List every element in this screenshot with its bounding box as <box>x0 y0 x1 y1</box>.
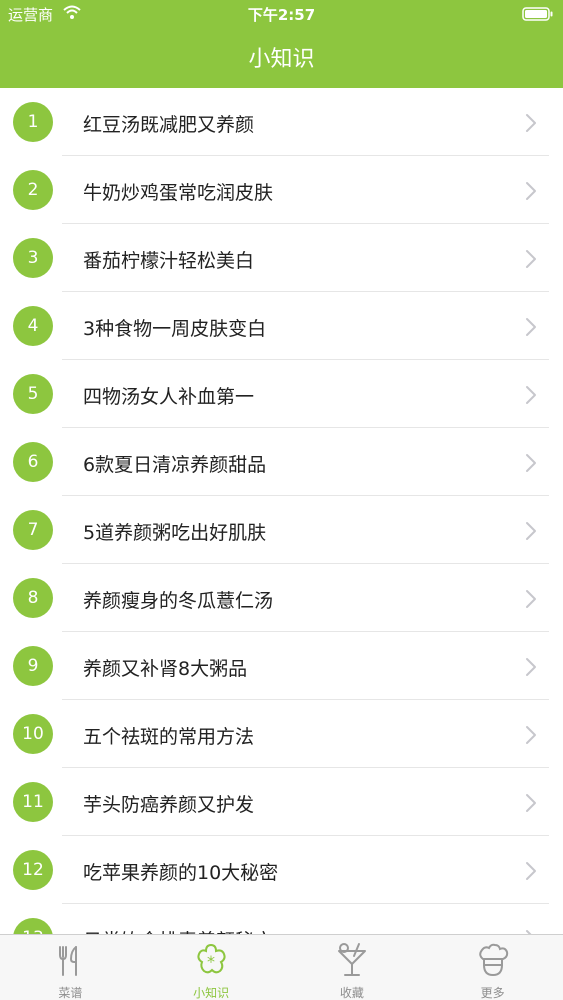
item-title: 五个祛斑的常用方法 <box>83 726 255 748</box>
item-title: 3种食物一周皮肤变白 <box>83 318 267 340</box>
chevron-right-icon <box>525 249 537 273</box>
list-item[interactable]: 8 养颜瘦身的冬瓜薏仁汤 <box>0 564 563 632</box>
list-item[interactable]: 2 牛奶炒鸡蛋常吃润皮肤 <box>0 156 563 224</box>
chevron-right-icon <box>525 181 537 205</box>
chevron-right-icon <box>525 793 537 817</box>
battery-icon <box>522 7 554 25</box>
item-number-badge: 1 <box>13 102 53 142</box>
item-number-badge: 11 <box>13 782 53 822</box>
tab-label: 收藏 <box>339 986 364 1000</box>
flower-star-icon: * <box>191 941 231 985</box>
svg-text:*: * <box>207 952 215 971</box>
list-item[interactable]: 11 芋头防癌养颜又护发 <box>0 768 563 836</box>
list-item[interactable]: 1 红豆汤既减肥又养颜 <box>0 88 563 156</box>
chevron-right-icon <box>525 521 537 545</box>
knowledge-list[interactable]: 1 红豆汤既减肥又养颜 2 牛奶炒鸡蛋常吃润皮肤 3 番茄柠檬汁轻松美白 4 3种食物一周皮肤… <box>0 88 563 934</box>
list-item[interactable]: 4 3种食物一周皮肤变白 <box>0 292 563 360</box>
tab-bar: 菜谱 * 小知识 收藏 更多 <box>0 934 563 1000</box>
item-number-badge: 5 <box>13 374 53 414</box>
item-number-badge: 12 <box>13 850 53 890</box>
chevron-right-icon <box>525 725 537 749</box>
list-item[interactable]: 12 吃苹果养颜的10大秘密 <box>0 836 563 904</box>
chevron-right-icon <box>525 861 537 885</box>
tab-cocktail[interactable]: 收藏 <box>282 935 423 1000</box>
item-number-badge: 7 <box>13 510 53 550</box>
cocktail-icon <box>332 941 372 985</box>
item-title: 四物汤女人补血第一 <box>83 386 255 408</box>
header: 运营商 下午2:57 小知识 <box>0 0 563 88</box>
item-number-badge: 8 <box>13 578 53 618</box>
chevron-right-icon <box>525 453 537 477</box>
item-title: 红豆汤既减肥又养颜 <box>83 114 255 136</box>
chevron-right-icon <box>525 589 537 613</box>
chevron-right-icon <box>525 113 537 137</box>
list-item[interactable]: 9 养颜又补肾8大粥品 <box>0 632 563 700</box>
chevron-right-icon <box>525 317 537 341</box>
item-title: 吃苹果养颜的10大秘密 <box>83 862 279 884</box>
fork-knife-icon <box>50 941 90 985</box>
chef-hat-icon <box>473 941 513 985</box>
item-title: 5道养颜粥吃出好肌肤 <box>83 522 267 544</box>
tab-label: 小知识 <box>193 986 230 1000</box>
item-title: 番茄柠檬汁轻松美白 <box>83 250 255 272</box>
item-title: 养颜又补肾8大粥品 <box>83 658 248 680</box>
item-number-badge: 2 <box>13 170 53 210</box>
list-item[interactable]: 10 五个祛斑的常用方法 <box>0 700 563 768</box>
item-number-badge: 9 <box>13 646 53 686</box>
list-item[interactable]: 13 日常饮食排毒养颜秘方 <box>0 904 563 934</box>
page-title: 小知识 <box>248 47 315 72</box>
item-title: 芋头防癌养颜又护发 <box>83 794 255 816</box>
status-time: 下午2:57 <box>247 6 316 24</box>
list-item[interactable]: 3 番茄柠檬汁轻松美白 <box>0 224 563 292</box>
item-title: 日常饮食排毒养颜秘方 <box>83 926 273 934</box>
tab-label: 更多 <box>480 986 505 1000</box>
tab-flower-star[interactable]: * 小知识 <box>141 935 282 1000</box>
item-number-badge: 13 <box>13 918 53 934</box>
list-item[interactable]: 5 四物汤女人补血第一 <box>0 360 563 428</box>
tab-label: 菜谱 <box>58 986 83 1000</box>
item-number-badge: 4 <box>13 306 53 346</box>
chevron-right-icon <box>525 657 537 681</box>
tab-fork-knife[interactable]: 菜谱 <box>0 935 141 1000</box>
item-title: 牛奶炒鸡蛋常吃润皮肤 <box>83 182 274 204</box>
item-number-badge: 6 <box>13 442 53 482</box>
list-item[interactable]: 7 5道养颜粥吃出好肌肤 <box>0 496 563 564</box>
item-number-badge: 10 <box>13 714 53 754</box>
chevron-right-icon <box>525 385 537 409</box>
item-title: 6款夏日清凉养颜甜品 <box>83 454 267 476</box>
item-number-badge: 3 <box>13 238 53 278</box>
tab-chef-hat[interactable]: 更多 <box>422 935 563 1000</box>
item-title: 养颜瘦身的冬瓜薏仁汤 <box>83 590 274 612</box>
list-item[interactable]: 6 6款夏日清凉养颜甜品 <box>0 428 563 496</box>
status-bar: 运营商 下午2:57 <box>0 0 563 28</box>
